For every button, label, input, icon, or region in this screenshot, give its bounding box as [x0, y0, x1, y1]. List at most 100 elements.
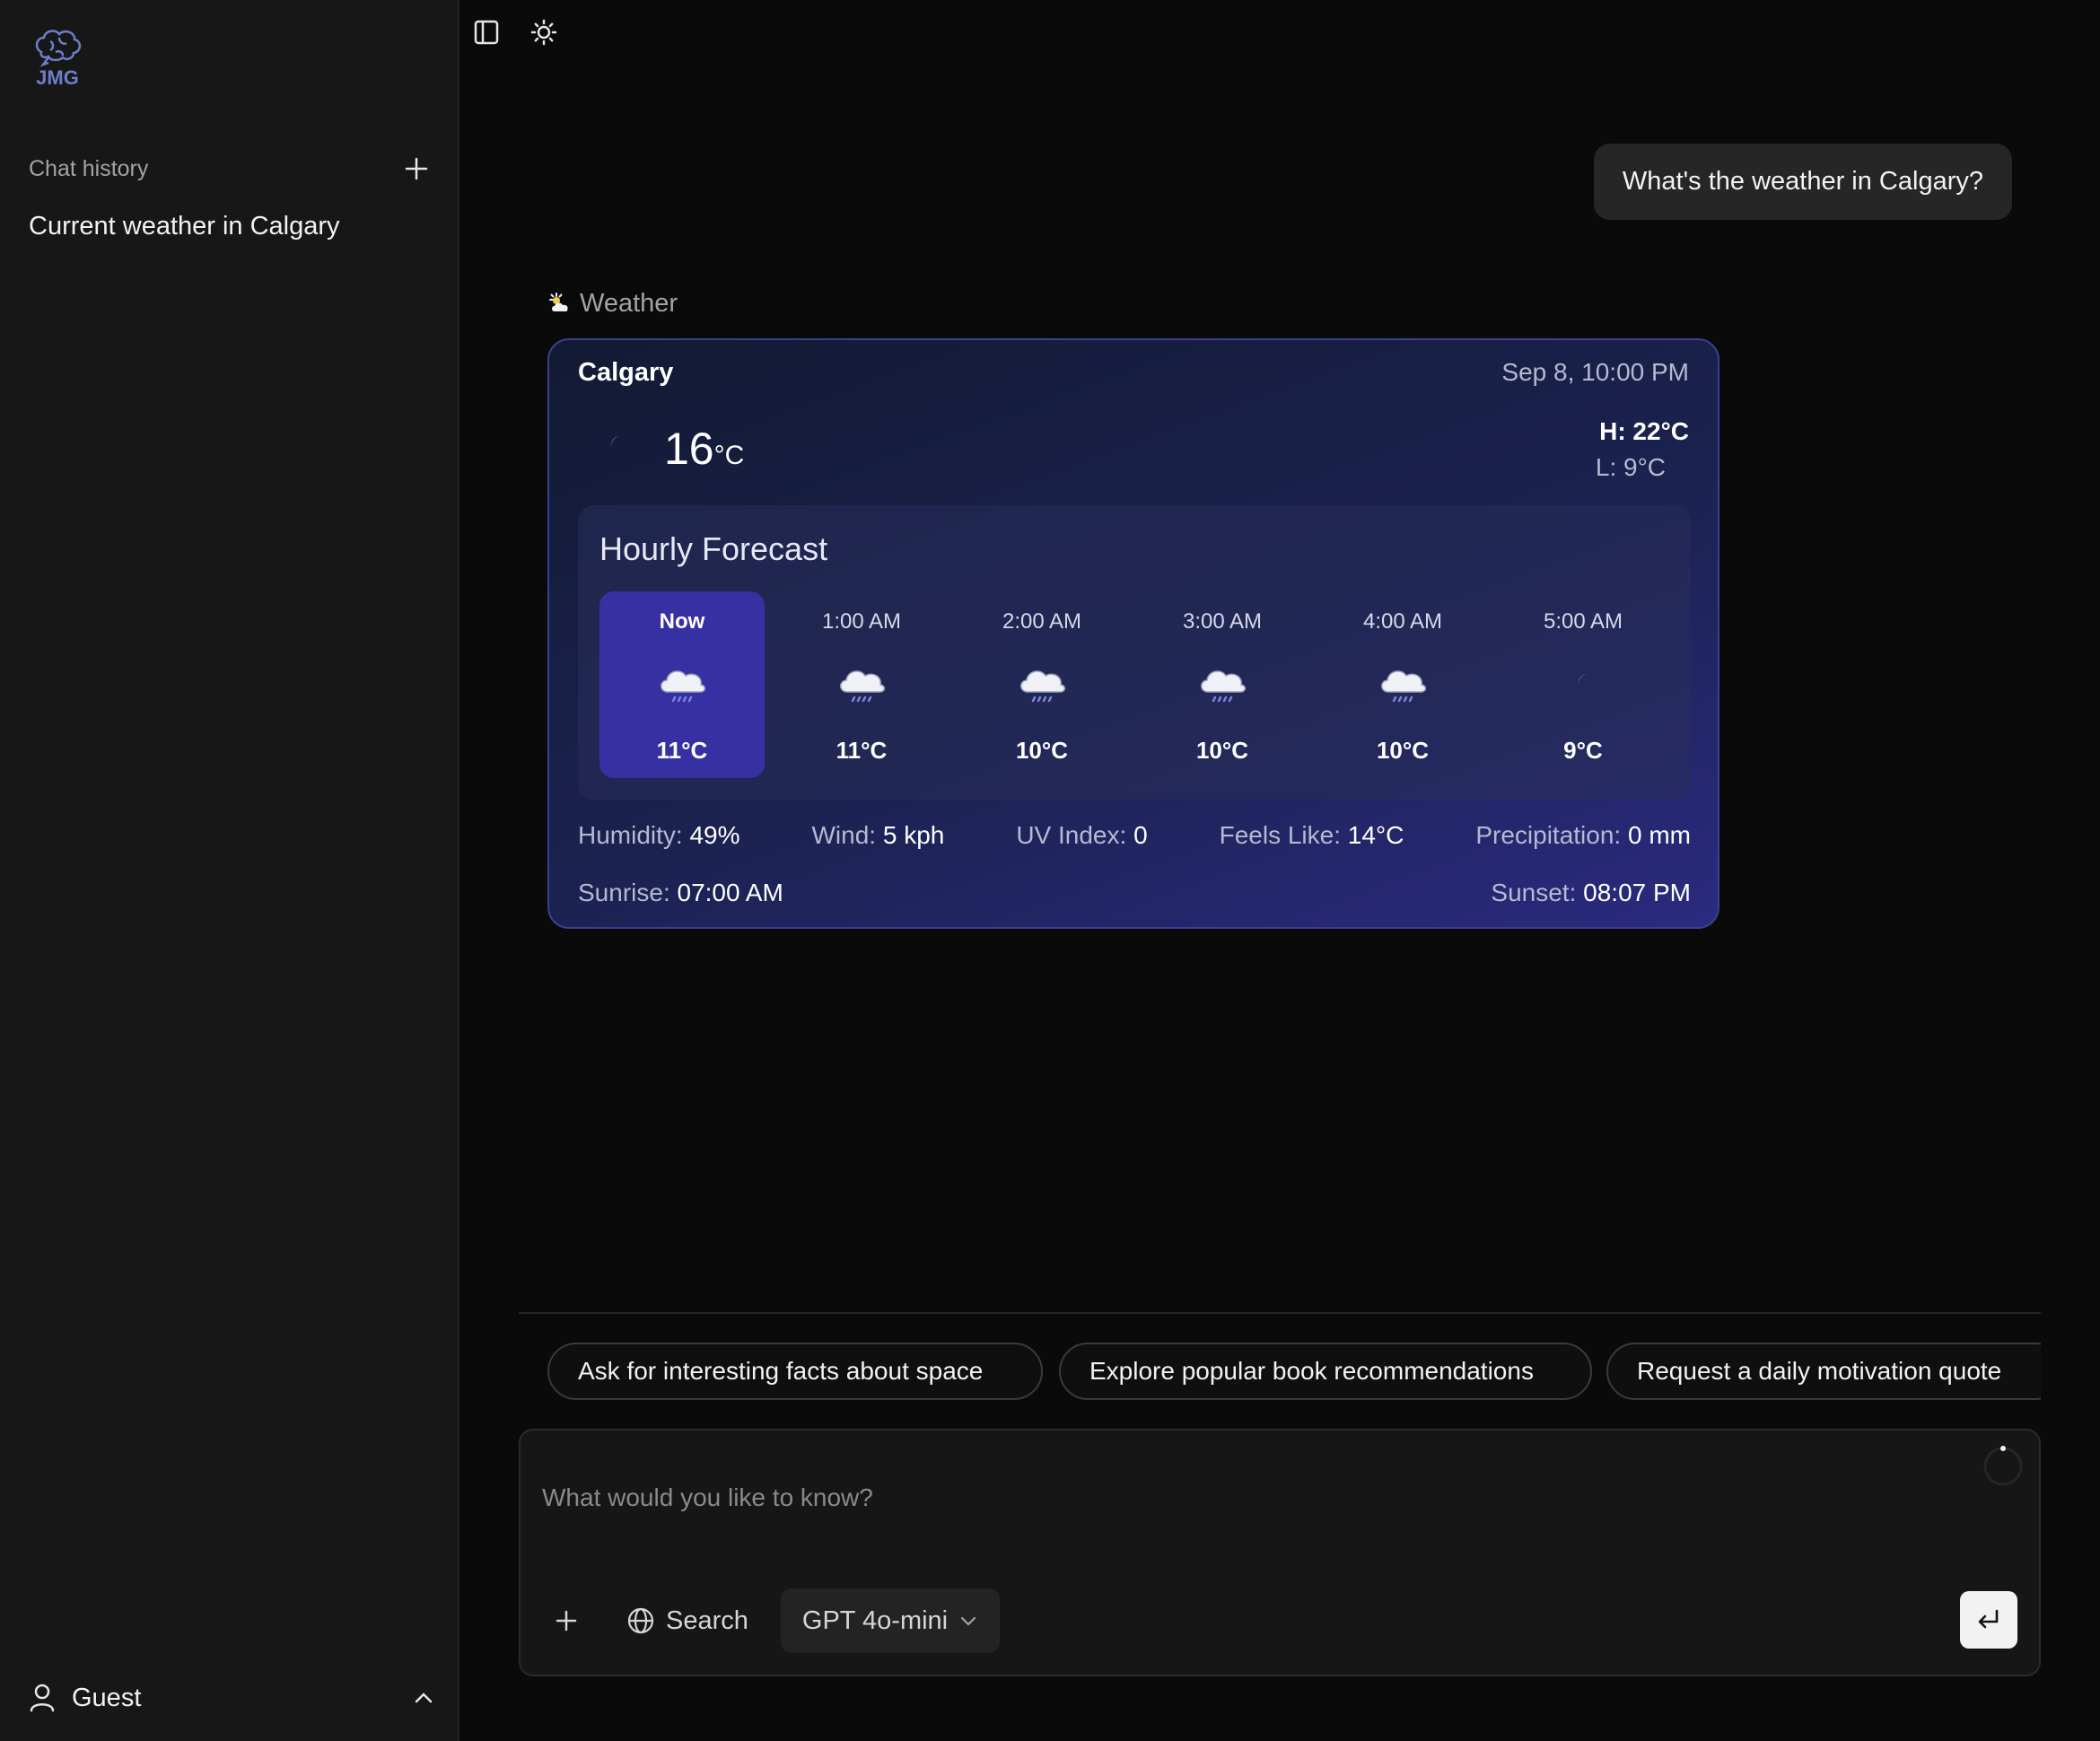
- sun-cloud-icon: [549, 292, 568, 311]
- hour-time: 1:00 AM: [821, 609, 902, 634]
- uv-value: 0: [1133, 821, 1148, 849]
- history-item[interactable]: Current weather in Calgary: [29, 212, 340, 241]
- chat-history-header: Chat history: [29, 151, 434, 187]
- wind-label: Wind:: [811, 821, 877, 849]
- plus-icon: [405, 157, 428, 180]
- app-logo[interactable]: JMG: [29, 22, 86, 90]
- logo-text: JMG: [36, 66, 79, 89]
- hour-time: 3:00 AM: [1182, 609, 1263, 634]
- chat-history-title: Chat history: [29, 155, 149, 181]
- hour-temp: 10°C: [1195, 737, 1249, 764]
- globe-icon: [627, 1607, 654, 1634]
- rain-cloud-icon: [1020, 670, 1066, 703]
- divider: [519, 1312, 2041, 1314]
- feels-like: Feels Like: 14°C: [1220, 821, 1404, 857]
- hour-temp: 11°C: [656, 737, 708, 764]
- sunset: Sunset: 08:07 PM: [1491, 879, 1691, 914]
- moon-icon: [608, 436, 619, 458]
- hour-item[interactable]: 4:00 AM 10°C: [1320, 591, 1485, 778]
- hour-time: 2:00 AM: [1002, 609, 1082, 634]
- weather-card: Calgary Sep 8, 10:00 PM 16°C H: 22°C L: …: [547, 338, 1719, 929]
- uv-index: UV Index: 0: [1016, 821, 1147, 857]
- precipitation-value: 0 mm: [1627, 821, 1691, 849]
- sun-icon: [530, 19, 557, 46]
- temp-unit: °C: [713, 441, 745, 470]
- precipitation-label: Precipitation:: [1475, 821, 1622, 849]
- rain-cloud-icon: [1201, 670, 1247, 703]
- tool-label-text: Weather: [580, 289, 678, 318]
- hour-item[interactable]: 3:00 AM 10°C: [1140, 591, 1305, 778]
- hourly-list: Now 11°C 1:00 AM 11°C 2:00 AM 10°C 3:00 …: [599, 591, 1676, 778]
- new-chat-button[interactable]: [398, 151, 434, 187]
- composer-toolbar: Search GPT 4o-mini: [538, 1588, 1001, 1653]
- sunrise: Sunrise: 07:00 AM: [578, 879, 783, 914]
- theme-toggle-button[interactable]: [526, 14, 562, 50]
- hour-time: 5:00 AM: [1543, 609, 1623, 634]
- hour-item[interactable]: 1:00 AM 11°C: [779, 591, 944, 778]
- suggestion-chip[interactable]: Ask for interesting facts about space: [547, 1343, 1043, 1400]
- user-name: Guest: [72, 1683, 142, 1712]
- wind-value: 5 kph: [882, 821, 945, 849]
- chevron-down-icon: [961, 1616, 976, 1626]
- hourly-forecast: Hourly Forecast Now 11°C 1:00 AM 11°C 2:…: [578, 505, 1691, 800]
- hourly-forecast-title: Hourly Forecast: [599, 530, 828, 567]
- hour-temp: 9°C: [1563, 737, 1603, 764]
- brain-logo-icon: JMG: [35, 30, 82, 89]
- user-icon: [30, 1684, 55, 1712]
- model-selector[interactable]: GPT 4o-mini: [780, 1588, 1001, 1653]
- wind: Wind: 5 kph: [812, 821, 945, 857]
- hour-item[interactable]: 5:00 AM 9°C: [1501, 591, 1666, 778]
- forecast-datetime: Sep 8, 10:00 PM: [1501, 358, 1689, 386]
- low-temp: L: 9°C: [1595, 453, 1666, 481]
- enter-arrow-icon: [1978, 1609, 1999, 1629]
- rain-cloud-icon: [661, 670, 706, 703]
- hour-item[interactable]: Now 11°C: [599, 591, 765, 778]
- loading-spinner-icon: [1983, 1446, 2023, 1486]
- hour-time: Now: [659, 609, 705, 634]
- sidebar-panel-icon: [474, 20, 499, 45]
- current-temperature: 16°C: [664, 423, 744, 475]
- suggestion-chips: Ask for interesting facts about space Ex…: [547, 1343, 2041, 1400]
- hour-time: 4:00 AM: [1362, 609, 1443, 634]
- uv-label: UV Index:: [1016, 821, 1127, 849]
- search-button[interactable]: Search: [610, 1588, 765, 1653]
- humidity-value: 49%: [689, 821, 740, 849]
- hour-item[interactable]: 2:00 AM 10°C: [959, 591, 1124, 778]
- moon-icon: [1576, 674, 1587, 696]
- suggestion-chip[interactable]: Explore popular book recommendations: [1059, 1343, 1592, 1400]
- precipitation: Precipitation: 0 mm: [1475, 821, 1691, 857]
- top-toolbar: [468, 14, 562, 50]
- sunset-value: 08:07 PM: [1583, 879, 1691, 906]
- hour-temp: 10°C: [1376, 737, 1430, 764]
- model-name: GPT 4o-mini: [801, 1605, 949, 1635]
- search-label: Search: [666, 1605, 748, 1635]
- sunset-label: Sunset:: [1491, 879, 1577, 906]
- hour-temp: 11°C: [836, 737, 888, 764]
- chevron-up-icon: [415, 1693, 433, 1703]
- current-temp-value: 16: [664, 424, 714, 474]
- humidity-label: Humidity:: [578, 821, 683, 849]
- weather-tool-label: Weather: [547, 289, 678, 319]
- send-button[interactable]: [1960, 1591, 2017, 1649]
- message-input[interactable]: [542, 1466, 1888, 1529]
- sun-times: Sunrise: 07:00 AM Sunset: 08:07 PM: [578, 879, 1691, 914]
- hour-temp: 10°C: [1015, 737, 1069, 764]
- city-name: Calgary: [578, 358, 674, 387]
- sunrise-value: 07:00 AM: [677, 879, 783, 906]
- user-info: Guest: [29, 1684, 141, 1713]
- high-temp: H: 22°C: [1599, 417, 1689, 445]
- attach-button[interactable]: [538, 1588, 594, 1653]
- user-menu[interactable]: Guest: [29, 1676, 434, 1719]
- feels-like-label: Feels Like:: [1219, 821, 1342, 849]
- toggle-sidebar-button[interactable]: [468, 14, 504, 50]
- humidity: Humidity: 49%: [578, 821, 740, 857]
- weather-details: Humidity: 49% Wind: 5 kph UV Index: 0 Fe…: [578, 821, 1691, 857]
- user-message: What's the weather in Calgary?: [1593, 144, 2012, 220]
- rain-cloud-icon: [1381, 670, 1427, 703]
- suggestion-chip[interactable]: Request a daily motivation quote: [1606, 1343, 2041, 1400]
- rain-cloud-icon: [840, 670, 886, 703]
- sidebar: JMG Chat history Current weather in Calg…: [0, 0, 459, 1741]
- feels-like-value: 14°C: [1347, 821, 1404, 849]
- plus-icon: [556, 1610, 577, 1632]
- sunrise-label: Sunrise:: [578, 879, 670, 906]
